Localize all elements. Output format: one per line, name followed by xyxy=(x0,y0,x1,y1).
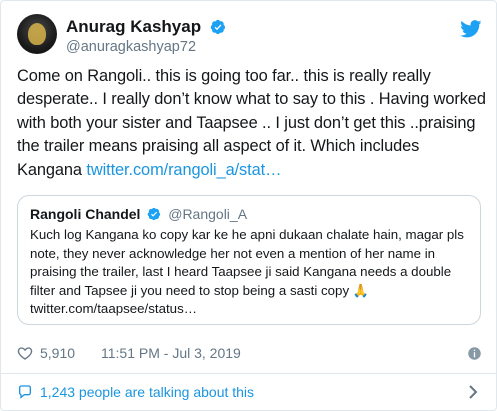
avatar-face xyxy=(28,23,46,45)
quoted-link[interactable]: twitter.com/taapsee/status… xyxy=(30,301,197,316)
info-icon[interactable] xyxy=(467,346,482,361)
tweet-meta: 5,910 11:51 PM - Jul 3, 2019 xyxy=(17,344,482,364)
tweet-text: Come on Rangoli.. this is going too far.… xyxy=(17,65,487,182)
quoted-handle[interactable]: @Rangoli_A xyxy=(168,206,247,222)
twitter-bird-icon[interactable] xyxy=(460,20,482,38)
verified-badge-icon xyxy=(210,19,225,35)
quoted-body-text: Kuch log Kangana ko copy kar ke he apni … xyxy=(30,227,464,298)
divider xyxy=(1,373,496,374)
tweet-embed-card: Anurag Kashyap @anuragkashyap72 Come on … xyxy=(0,0,497,411)
quoted-tweet-header: Rangoli Chandel @Rangoli_A xyxy=(30,205,247,223)
conversation-footer[interactable]: 1,243 people are talking about this xyxy=(17,381,482,403)
quoted-tweet-text: Kuch log Kangana ko copy kar ke he apni … xyxy=(30,226,470,319)
author-display-name[interactable]: Anurag Kashyap xyxy=(66,17,201,37)
quoted-display-name[interactable]: Rangoli Chandel xyxy=(30,206,140,222)
chevron-right-icon[interactable] xyxy=(468,385,478,399)
tweet-link[interactable]: twitter.com/rangoli_a/stat… xyxy=(86,161,281,179)
talking-about-link[interactable]: 1,243 people are talking about this xyxy=(40,384,254,400)
quoted-tweet[interactable]: Rangoli Chandel @Rangoli_A Kuch log Kang… xyxy=(17,195,481,325)
author-handle[interactable]: @anuragkashyap72 xyxy=(66,38,226,56)
author-avatar[interactable] xyxy=(17,14,57,54)
like-count[interactable]: 5,910 xyxy=(40,345,75,361)
folded-hands-emoji: 🙏 xyxy=(352,282,369,298)
tweet-timestamp[interactable]: 11:51 PM - Jul 3, 2019 xyxy=(101,345,241,361)
heart-icon[interactable] xyxy=(17,345,33,361)
tweet-header: Anurag Kashyap @anuragkashyap72 xyxy=(17,14,482,60)
author-name-block[interactable]: Anurag Kashyap @anuragkashyap72 xyxy=(66,17,226,56)
speech-bubble-icon xyxy=(19,385,31,399)
verified-badge-icon xyxy=(148,207,161,221)
